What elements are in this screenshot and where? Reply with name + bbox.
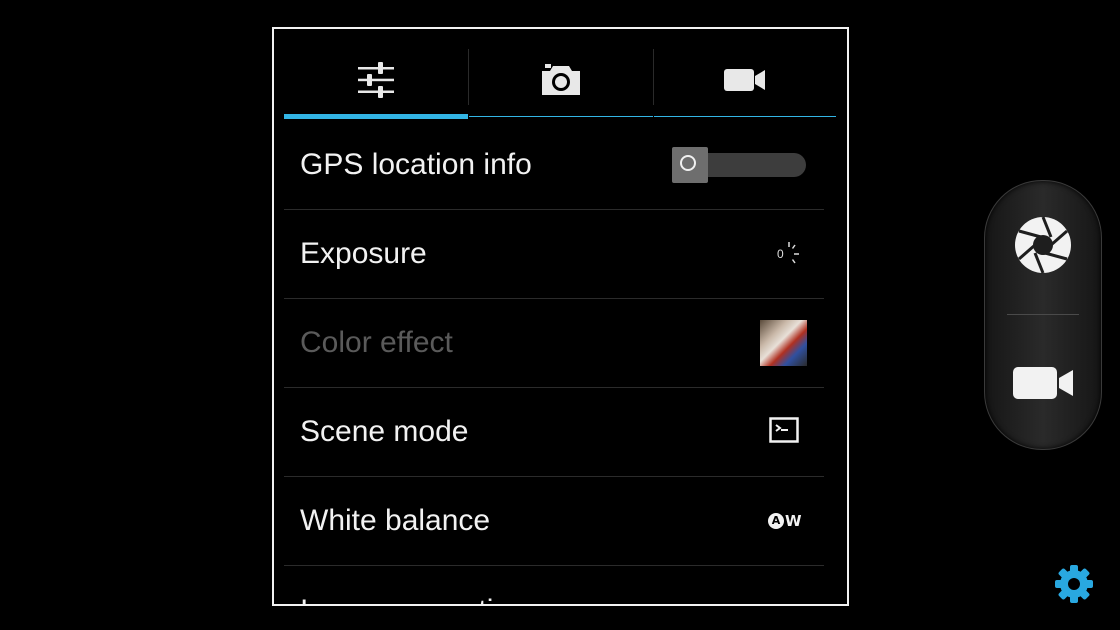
shutter-button[interactable] — [985, 197, 1101, 297]
capture-controls — [984, 180, 1102, 450]
setting-gps-location[interactable]: GPS location info — [284, 121, 824, 210]
setting-label: GPS location info — [300, 148, 532, 181]
video-camera-icon — [723, 66, 767, 99]
settings-button[interactable] — [1052, 562, 1096, 606]
control-divider — [1007, 314, 1079, 315]
exposure-icon: 0 — [774, 239, 804, 269]
color-effect-preview — [760, 299, 807, 387]
toggle-switch[interactable] — [672, 147, 806, 183]
tab-underline — [654, 116, 836, 117]
settings-list: GPS location info Exposure 0 Color effec… — [284, 121, 824, 605]
video-mode-button[interactable] — [985, 335, 1101, 435]
shutter-icon — [1013, 215, 1073, 280]
camera-icon — [540, 63, 582, 102]
settings-tabs — [284, 47, 836, 119]
settings-panel: GPS location info Exposure 0 Color effec… — [272, 27, 849, 606]
setting-label: White balance — [300, 504, 491, 537]
color-effect-thumbnail — [760, 320, 807, 366]
setting-label: Image properties — [300, 596, 525, 605]
gps-toggle[interactable] — [672, 121, 806, 209]
tab-general-settings[interactable] — [284, 47, 468, 119]
setting-label: Scene mode — [300, 415, 469, 448]
tab-video-settings[interactable] — [654, 47, 836, 117]
exposure-indicator: 0 — [774, 210, 804, 298]
sliders-icon — [356, 60, 396, 105]
setting-white-balance[interactable]: White balance A W — [284, 477, 824, 566]
scene-mode-indicator — [769, 388, 799, 476]
auto-white-balance-icon: A — [768, 513, 784, 529]
setting-color-effect: Color effect — [284, 299, 824, 388]
auto-white-balance-w: W — [785, 512, 802, 530]
setting-label: Exposure — [300, 237, 427, 270]
camera-screen: GPS location info Exposure 0 Color effec… — [0, 0, 1120, 630]
tab-photo-settings[interactable] — [469, 47, 653, 117]
tab-underline — [469, 116, 653, 117]
white-balance-indicator: A W — [768, 477, 802, 565]
setting-scene-mode[interactable]: Scene mode — [284, 388, 824, 477]
setting-exposure[interactable]: Exposure 0 — [284, 210, 824, 299]
setting-partial[interactable]: Image properties — [284, 566, 824, 605]
setting-label: Color effect — [300, 326, 453, 359]
video-camera-icon — [1011, 364, 1075, 407]
scene-auto-icon — [769, 416, 799, 448]
gear-icon — [1052, 565, 1096, 610]
exposure-value: 0 — [777, 247, 784, 261]
toggle-thumb — [672, 147, 708, 183]
tab-indicator — [284, 114, 468, 119]
